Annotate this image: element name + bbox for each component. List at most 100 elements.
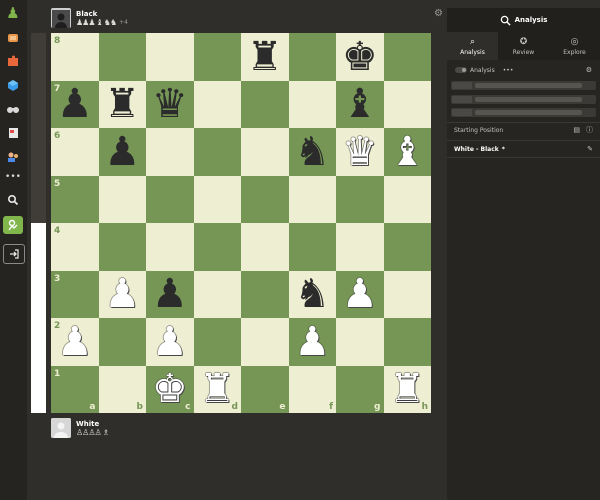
white-rook-piece[interactable]: ♜ [199, 369, 235, 409]
edit-icon[interactable]: ✎ [587, 145, 593, 153]
analysis-icon[interactable] [3, 216, 23, 234]
square-e7[interactable] [241, 80, 289, 128]
square-e4[interactable] [241, 223, 289, 271]
square-b5[interactable] [98, 175, 146, 223]
tab-review[interactable]: ✪ Review [498, 32, 549, 60]
square-c3[interactable]: ♟ [146, 270, 194, 318]
square-h1[interactable]: h ♜ [383, 365, 431, 413]
square-b6[interactable]: ♟ [98, 128, 146, 176]
square-c4[interactable] [146, 223, 194, 271]
black-rook-piece[interactable]: ♜ [247, 37, 283, 77]
square-c1[interactable]: c ♚ [146, 365, 194, 413]
white-pawn-piece[interactable]: ♟ [152, 322, 188, 362]
white-pawn-piece[interactable]: ♟ [342, 274, 378, 314]
square-g2[interactable] [336, 318, 384, 366]
play-icon[interactable] [3, 29, 23, 47]
board-settings-gear-icon[interactable]: ⚙ [434, 8, 443, 19]
black-king-piece[interactable]: ♚ [342, 37, 378, 77]
square-c8[interactable] [146, 33, 194, 81]
square-a6[interactable]: 6 [51, 128, 99, 176]
white-bishop-piece[interactable]: ♝ [389, 132, 425, 172]
square-d3[interactable] [193, 270, 241, 318]
pawn-logo-icon[interactable]: ♟ [3, 4, 23, 22]
white-king-piece[interactable]: ♚ [152, 369, 188, 409]
black-rook-piece[interactable]: ♜ [104, 84, 140, 124]
engine-more-icon[interactable]: ••• [503, 67, 514, 74]
square-g7[interactable]: ♝ [336, 80, 384, 128]
black-pawn-piece[interactable]: ♟ [104, 132, 140, 172]
square-e8[interactable]: ♜ [241, 33, 289, 81]
square-a4[interactable]: 4 [51, 223, 99, 271]
learn-icon[interactable] [3, 76, 23, 94]
black-queen-piece[interactable]: ♛ [152, 84, 188, 124]
square-c6[interactable] [146, 128, 194, 176]
square-f2[interactable]: ♟ [288, 318, 336, 366]
black-knight-piece[interactable]: ♞ [294, 132, 330, 172]
square-a3[interactable]: 3 [51, 270, 99, 318]
square-a8[interactable]: 8 [51, 33, 99, 81]
square-b3[interactable]: ♟ [98, 270, 146, 318]
square-g5[interactable] [336, 175, 384, 223]
black-knight-piece[interactable]: ♞ [294, 274, 330, 314]
search-icon[interactable] [3, 191, 23, 209]
engine-line-1[interactable] [451, 81, 596, 90]
square-e2[interactable] [241, 318, 289, 366]
square-b8[interactable] [98, 33, 146, 81]
square-d2[interactable] [193, 318, 241, 366]
square-f7[interactable] [288, 80, 336, 128]
tab-explore[interactable]: ◎ Explore [549, 32, 600, 60]
square-e5[interactable] [241, 175, 289, 223]
square-g1[interactable]: g [336, 365, 384, 413]
square-d4[interactable] [193, 223, 241, 271]
square-g3[interactable]: ♟ [336, 270, 384, 318]
black-pawn-piece[interactable]: ♟ [152, 274, 188, 314]
white-queen-piece[interactable]: ♛ [342, 132, 378, 172]
square-c7[interactable]: ♛ [146, 80, 194, 128]
exit-icon[interactable] [3, 244, 25, 264]
more-icon[interactable]: ••• [3, 168, 23, 186]
square-a7[interactable]: 7 ♟ [51, 80, 99, 128]
square-b1[interactable]: b [98, 365, 146, 413]
square-h4[interactable] [383, 223, 431, 271]
social-icon[interactable] [3, 148, 23, 166]
square-h5[interactable] [383, 175, 431, 223]
square-g8[interactable]: ♚ [336, 33, 384, 81]
square-f5[interactable] [288, 175, 336, 223]
square-f1[interactable]: f [288, 365, 336, 413]
square-h3[interactable] [383, 270, 431, 318]
square-f3[interactable]: ♞ [288, 270, 336, 318]
square-f8[interactable] [288, 33, 336, 81]
square-a5[interactable]: 5 [51, 175, 99, 223]
starting-position-row[interactable]: Starting Position ▤ ⓘ [447, 122, 600, 137]
game-row[interactable]: White - Black * ✎ [447, 140, 600, 158]
black-bishop-piece[interactable]: ♝ [342, 84, 378, 124]
square-e1[interactable]: e [241, 365, 289, 413]
engine-line-2[interactable] [451, 95, 596, 104]
engine-line-3[interactable] [451, 108, 596, 117]
engine-settings-gear-icon[interactable]: ⚙ [586, 66, 592, 74]
square-d5[interactable] [193, 175, 241, 223]
puzzles-icon[interactable] [3, 52, 23, 70]
square-b2[interactable] [98, 318, 146, 366]
square-h6[interactable]: ♝ [383, 128, 431, 176]
chess-board[interactable]: 8 ♜ ♚ 7 ♟ ♜ ♛ ♝ 6 ♟ ♞ ♛ ♝ 5 4 3 ♟ ♟ ♞ ♟ 2 ♟ ♟ ♟ 1 a b c ♚ d ♜ e f g h ♜ [51, 33, 431, 413]
engine-toggle[interactable] [455, 67, 467, 73]
white-rook-piece[interactable]: ♜ [389, 369, 425, 409]
square-d6[interactable] [193, 128, 241, 176]
square-f6[interactable]: ♞ [288, 128, 336, 176]
white-pawn-piece[interactable]: ♟ [104, 274, 140, 314]
news-icon[interactable] [3, 124, 23, 142]
square-h8[interactable] [383, 33, 431, 81]
square-d7[interactable] [193, 80, 241, 128]
square-b7[interactable]: ♜ [98, 80, 146, 128]
white-pawn-piece[interactable]: ♟ [57, 322, 93, 362]
tab-analysis[interactable]: ⌕ Analysis [447, 32, 498, 60]
square-g4[interactable] [336, 223, 384, 271]
white-pawn-piece[interactable]: ♟ [294, 322, 330, 362]
square-c5[interactable] [146, 175, 194, 223]
square-e6[interactable] [241, 128, 289, 176]
square-b4[interactable] [98, 223, 146, 271]
square-d1[interactable]: d ♜ [193, 365, 241, 413]
book-icon[interactable]: ▤ [573, 126, 580, 134]
black-pawn-piece[interactable]: ♟ [57, 84, 93, 124]
